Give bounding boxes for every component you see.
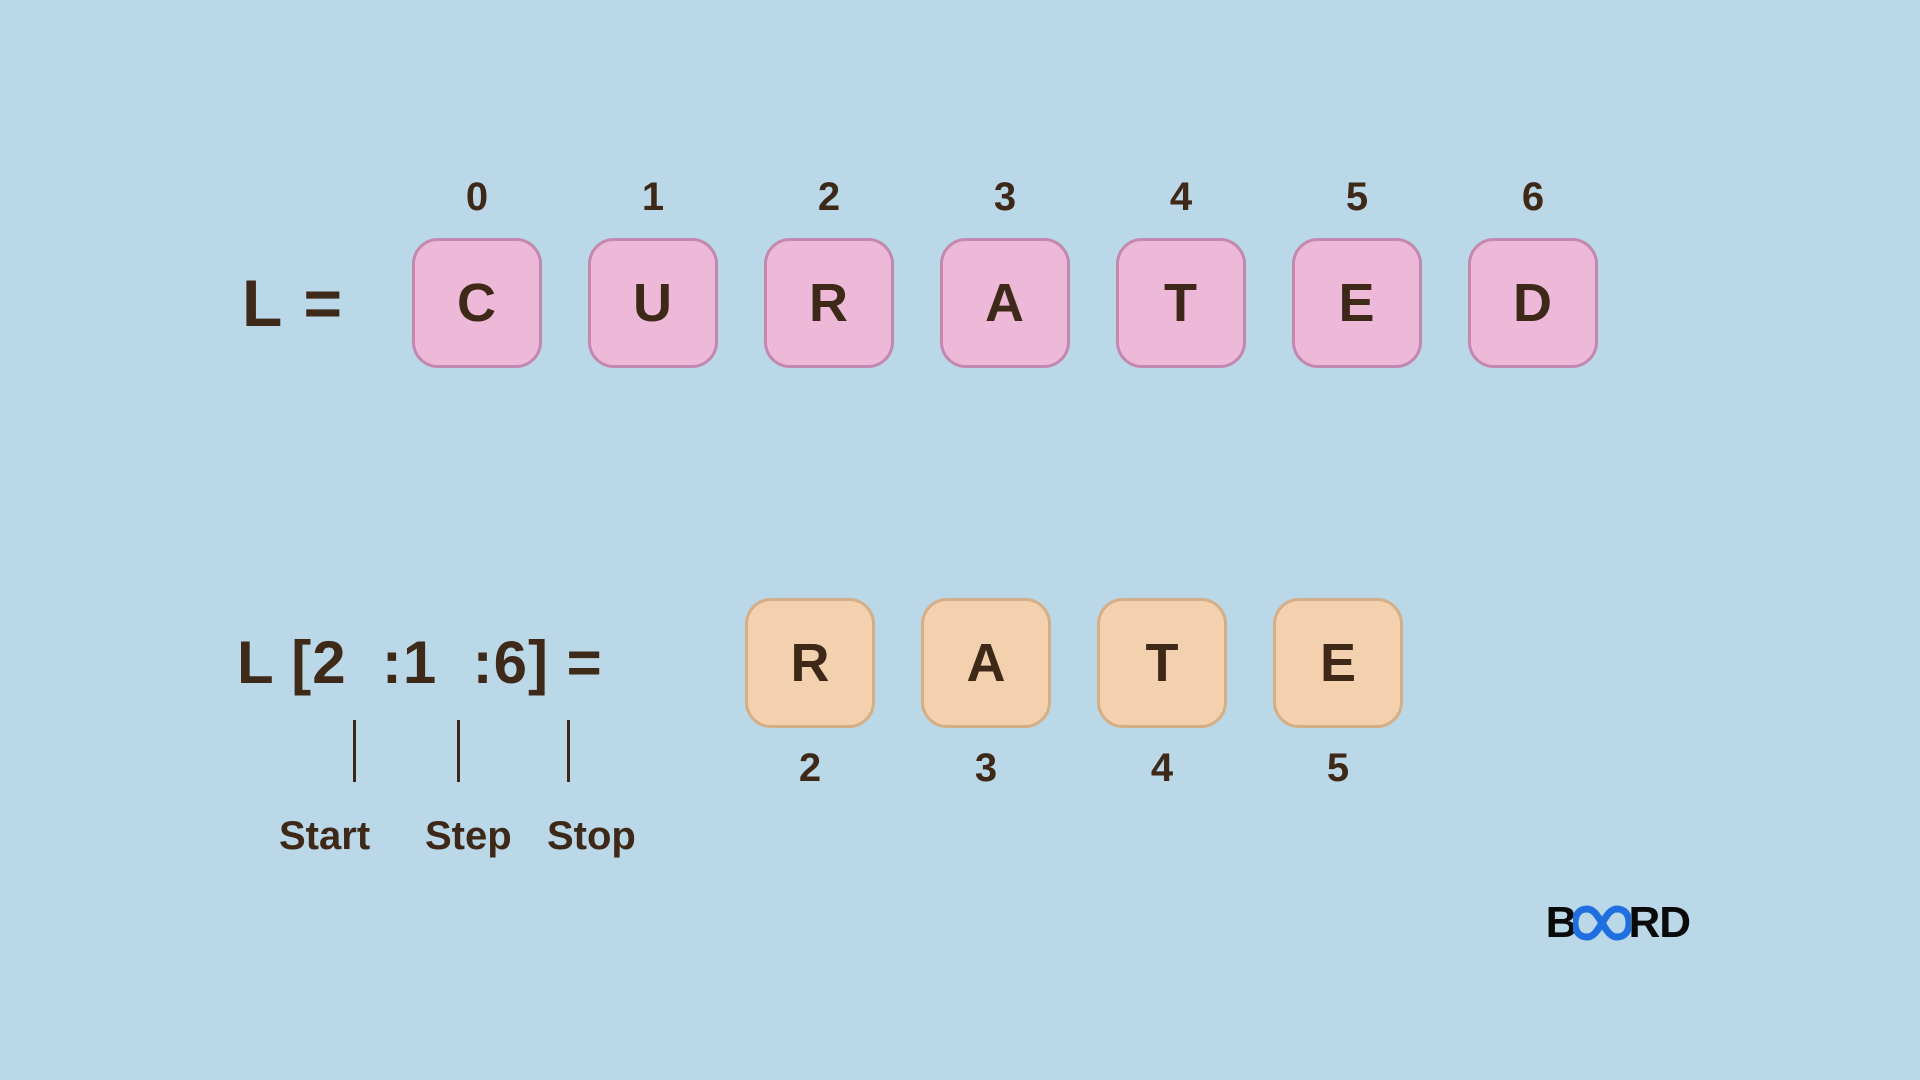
list-cell: R (764, 238, 894, 368)
index-label: 2 (764, 175, 894, 220)
index-label: 6 (1468, 175, 1598, 220)
index-label: 5 (1292, 175, 1422, 220)
list-variable-label: L = (242, 265, 344, 341)
top-index-row: 0 1 2 3 4 5 6 (412, 175, 1598, 220)
pointer-line-step (457, 720, 460, 782)
slice-cell: E (1273, 598, 1403, 728)
index-label: 4 (1116, 175, 1246, 220)
pointer-label-step: Step (425, 814, 512, 859)
list-cell: E (1292, 238, 1422, 368)
index-label: 2 (745, 746, 875, 791)
pointer-label-start: Start (279, 814, 370, 859)
diagram-canvas: L = 0 1 2 3 4 5 6 C U R A T E D L [2 :1 … (192, 108, 1728, 972)
pointer-label-stop: Stop (547, 814, 636, 859)
infinity-icon (1573, 905, 1631, 941)
index-label: 0 (412, 175, 542, 220)
index-label: 4 (1097, 746, 1227, 791)
list-cells: C U R A T E D (412, 238, 1598, 368)
list-cell: C (412, 238, 542, 368)
slice-cell: T (1097, 598, 1227, 728)
index-label: 5 (1273, 746, 1403, 791)
bottom-index-row: 2 3 4 5 (745, 746, 1403, 791)
index-label: 3 (940, 175, 1070, 220)
pointer-line-start (353, 720, 356, 782)
list-cell: D (1468, 238, 1598, 368)
index-label: 1 (588, 175, 718, 220)
slice-expression: L [2 :1 :6] = (237, 628, 603, 697)
brand-text-right: RD (1628, 898, 1690, 948)
slice-cell: R (745, 598, 875, 728)
pointer-line-stop (567, 720, 570, 782)
brand-text-left: B (1546, 898, 1577, 948)
list-cell: A (940, 238, 1070, 368)
index-label: 3 (921, 746, 1051, 791)
list-cell: T (1116, 238, 1246, 368)
brand-logo: B RD (1546, 898, 1690, 948)
slice-cell: A (921, 598, 1051, 728)
list-cell: U (588, 238, 718, 368)
slice-cells: R A T E (745, 598, 1403, 728)
